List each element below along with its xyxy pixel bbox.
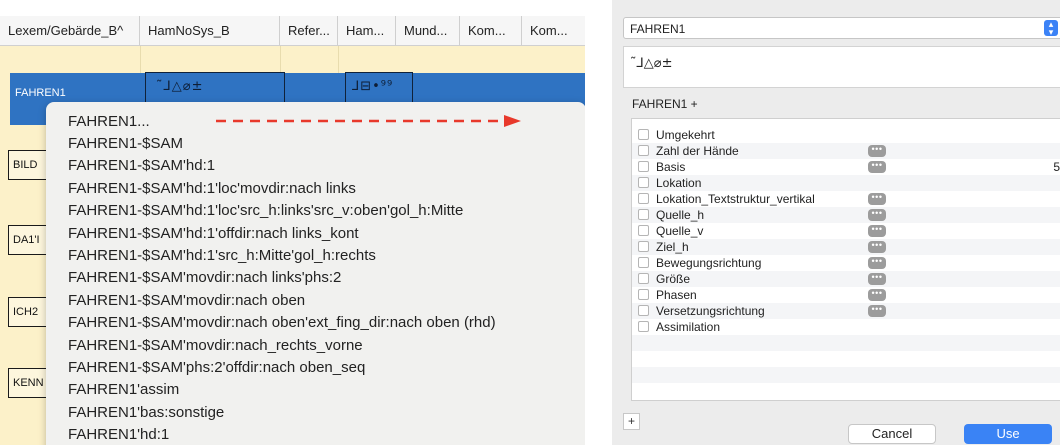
checkbox[interactable] <box>638 129 649 140</box>
more-options-icon[interactable]: ••• <box>868 273 886 285</box>
up-down-chevron-icon[interactable]: ▴ ▾ <box>1044 20 1058 37</box>
empty-row <box>632 383 1060 399</box>
attribute-label: Größe <box>656 272 691 286</box>
attribute-value: 5 <box>1053 160 1060 174</box>
popup-item[interactable]: FAHREN1-$SAM <box>68 135 183 153</box>
hamnosys-field[interactable]: ˜⅃△⌀± <box>623 46 1060 88</box>
hamnosys-notation: ˜⅃△⌀± <box>630 56 673 71</box>
lexeme-select[interactable]: FAHREN1 ▴ ▾ <box>623 17 1060 39</box>
checkbox[interactable] <box>638 241 649 252</box>
empty-row <box>632 351 1060 367</box>
attribute-label: Umgekehrt <box>656 128 715 142</box>
popup-item[interactable]: FAHREN1'hd:1 <box>68 426 169 444</box>
more-options-icon[interactable]: ••• <box>868 209 886 221</box>
row-label: KENN <box>13 377 44 389</box>
attribute-label: Lokation_Textstruktur_vertikal <box>656 192 815 206</box>
checkbox[interactable] <box>638 305 649 316</box>
popup-item[interactable]: FAHREN1-$SAM'movdir:nach oben'ext_fing_d… <box>68 314 496 332</box>
popup-item[interactable]: FAHREN1-$SAM'hd:1 <box>68 157 215 175</box>
attribute-row[interactable]: Assimilation <box>632 319 1060 335</box>
checkbox[interactable] <box>638 321 649 332</box>
attribute-row[interactable]: Ziel_h ••• <box>632 239 1060 255</box>
popup-item[interactable]: FAHREN1... <box>68 113 150 131</box>
popup-item[interactable]: FAHREN1-$SAM'movdir:nach links'phs:2 <box>68 269 341 287</box>
dashed-arrow-icon <box>216 115 521 127</box>
lexeme-attribute-dialog: FAHREN1 ▴ ▾ ˜⅃△⌀± FAHREN1 + Umgekehrt Zah… <box>612 0 1060 445</box>
lexeme-select-value: FAHREN1 <box>630 22 686 36</box>
expression-label: FAHREN1 + <box>632 97 698 111</box>
more-options-icon[interactable]: ••• <box>868 289 886 301</box>
column-header-hamnosys[interactable]: HamNoSys_B <box>140 16 280 46</box>
popup-item[interactable]: FAHREN1-$SAM'movdir:nach_rechts_vorne <box>68 337 363 355</box>
more-options-icon[interactable]: ••• <box>868 161 886 173</box>
attribute-row[interactable]: Quelle_v ••• <box>632 223 1060 239</box>
column-header-ham[interactable]: Ham... <box>338 16 396 46</box>
more-options-icon[interactable]: ••• <box>868 225 886 237</box>
attribute-label: Quelle_v <box>656 224 704 238</box>
empty-row <box>632 335 1060 351</box>
attribute-label: Versetzungsrichtung <box>656 304 765 318</box>
attribute-label: Basis <box>656 160 686 174</box>
attribute-row[interactable]: Versetzungsrichtung ••• <box>632 303 1060 319</box>
column-header-kom-1[interactable]: Kom... <box>460 16 522 46</box>
more-options-icon[interactable]: ••• <box>868 241 886 253</box>
popup-item[interactable]: FAHREN1-$SAM'hd:1'loc'src_h:links'src_v:… <box>68 202 463 220</box>
attribute-row[interactable]: Basis ••• 5 <box>632 159 1060 175</box>
hamnosys-notation: ˜⅃△⌀± <box>156 79 204 94</box>
checkbox[interactable] <box>638 225 649 236</box>
attribute-row[interactable]: Bewegungsrichtung ••• <box>632 255 1060 271</box>
checkbox[interactable] <box>638 289 649 300</box>
checkbox[interactable] <box>638 209 649 220</box>
empty-row <box>632 367 1060 383</box>
use-button[interactable]: Use <box>964 424 1052 444</box>
attribute-row[interactable]: Lokation_Textstruktur_vertikal ••• <box>632 191 1060 207</box>
attribute-label: Lokation <box>656 176 702 190</box>
attribute-label: Assimilation <box>656 320 721 334</box>
selected-row-label: FAHREN1 <box>15 87 66 99</box>
attribute-label: Zahl der Hände <box>656 144 739 158</box>
popup-item[interactable]: FAHREN1-$SAM'hd:1'offdir:nach links_kont <box>68 225 359 243</box>
column-header-mund[interactable]: Mund... <box>396 16 460 46</box>
attribute-label: Bewegungsrichtung <box>656 256 762 270</box>
column-header-lexem[interactable]: Lexem/Gebärde_B^ <box>0 16 140 46</box>
hamnosys-notation-2: ⅃⊟•⁹⁹ <box>352 79 394 94</box>
attribute-label: Phasen <box>656 288 697 302</box>
lexeme-variant-popup: FAHREN1... FAHREN1-$SAM FAHREN1-$SAM'hd:… <box>46 102 585 445</box>
column-header-kom-2[interactable]: Kom... <box>522 16 585 46</box>
popup-item[interactable]: FAHREN1'assim <box>68 381 179 399</box>
checkbox[interactable] <box>638 145 649 156</box>
attribute-row[interactable]: Phasen ••• <box>632 287 1060 303</box>
popup-item[interactable]: FAHREN1-$SAM'hd:1'loc'movdir:nach links <box>68 180 356 198</box>
more-options-icon[interactable]: ••• <box>868 257 886 269</box>
attribute-row[interactable]: Größe ••• <box>632 271 1060 287</box>
row-label: ICH2 <box>13 306 39 318</box>
checkbox[interactable] <box>638 177 649 188</box>
popup-item[interactable]: FAHREN1-$SAM'hd:1'src_h:Mitte'gol_h:rech… <box>68 247 376 265</box>
checkbox[interactable] <box>638 161 649 172</box>
more-options-icon[interactable]: ••• <box>868 145 886 157</box>
checkbox[interactable] <box>638 273 649 284</box>
popup-item[interactable]: FAHREN1-$SAM'movdir:nach oben <box>68 292 305 310</box>
column-header-referenz[interactable]: Refer... <box>280 16 338 46</box>
attribute-label: Quelle_h <box>656 208 705 222</box>
column-header-row: Lexem/Gebärde_B^ HamNoSys_B Refer... Ham… <box>0 16 585 46</box>
attribute-list: Umgekehrt Zahl der Hände ••• Basis ••• 5 Lo… <box>631 118 1060 401</box>
row-label: BILD <box>13 159 38 171</box>
add-button[interactable]: + <box>623 413 640 430</box>
attribute-row[interactable]: Quelle_h ••• <box>632 207 1060 223</box>
attribute-row[interactable]: Lokation <box>632 175 1060 191</box>
attribute-row[interactable]: Zahl der Hände ••• <box>632 143 1060 159</box>
row-label: DA1'I <box>13 234 40 246</box>
more-options-icon[interactable]: ••• <box>868 193 886 205</box>
checkbox[interactable] <box>638 257 649 268</box>
more-options-icon[interactable]: ••• <box>868 305 886 317</box>
popup-item[interactable]: FAHREN1-$SAM'phs:2'offdir:nach oben_seq <box>68 359 365 377</box>
lexeme-table-panel: Lexem/Gebärde_B^ HamNoSys_B Refer... Ham… <box>0 0 585 445</box>
cancel-button[interactable]: Cancel <box>848 424 936 444</box>
attribute-label: Ziel_h <box>656 240 689 254</box>
top-strip <box>0 0 585 16</box>
popup-item[interactable]: FAHREN1'bas:sonstige <box>68 404 224 422</box>
checkbox[interactable] <box>638 193 649 204</box>
attribute-row[interactable]: Umgekehrt <box>632 127 1060 143</box>
